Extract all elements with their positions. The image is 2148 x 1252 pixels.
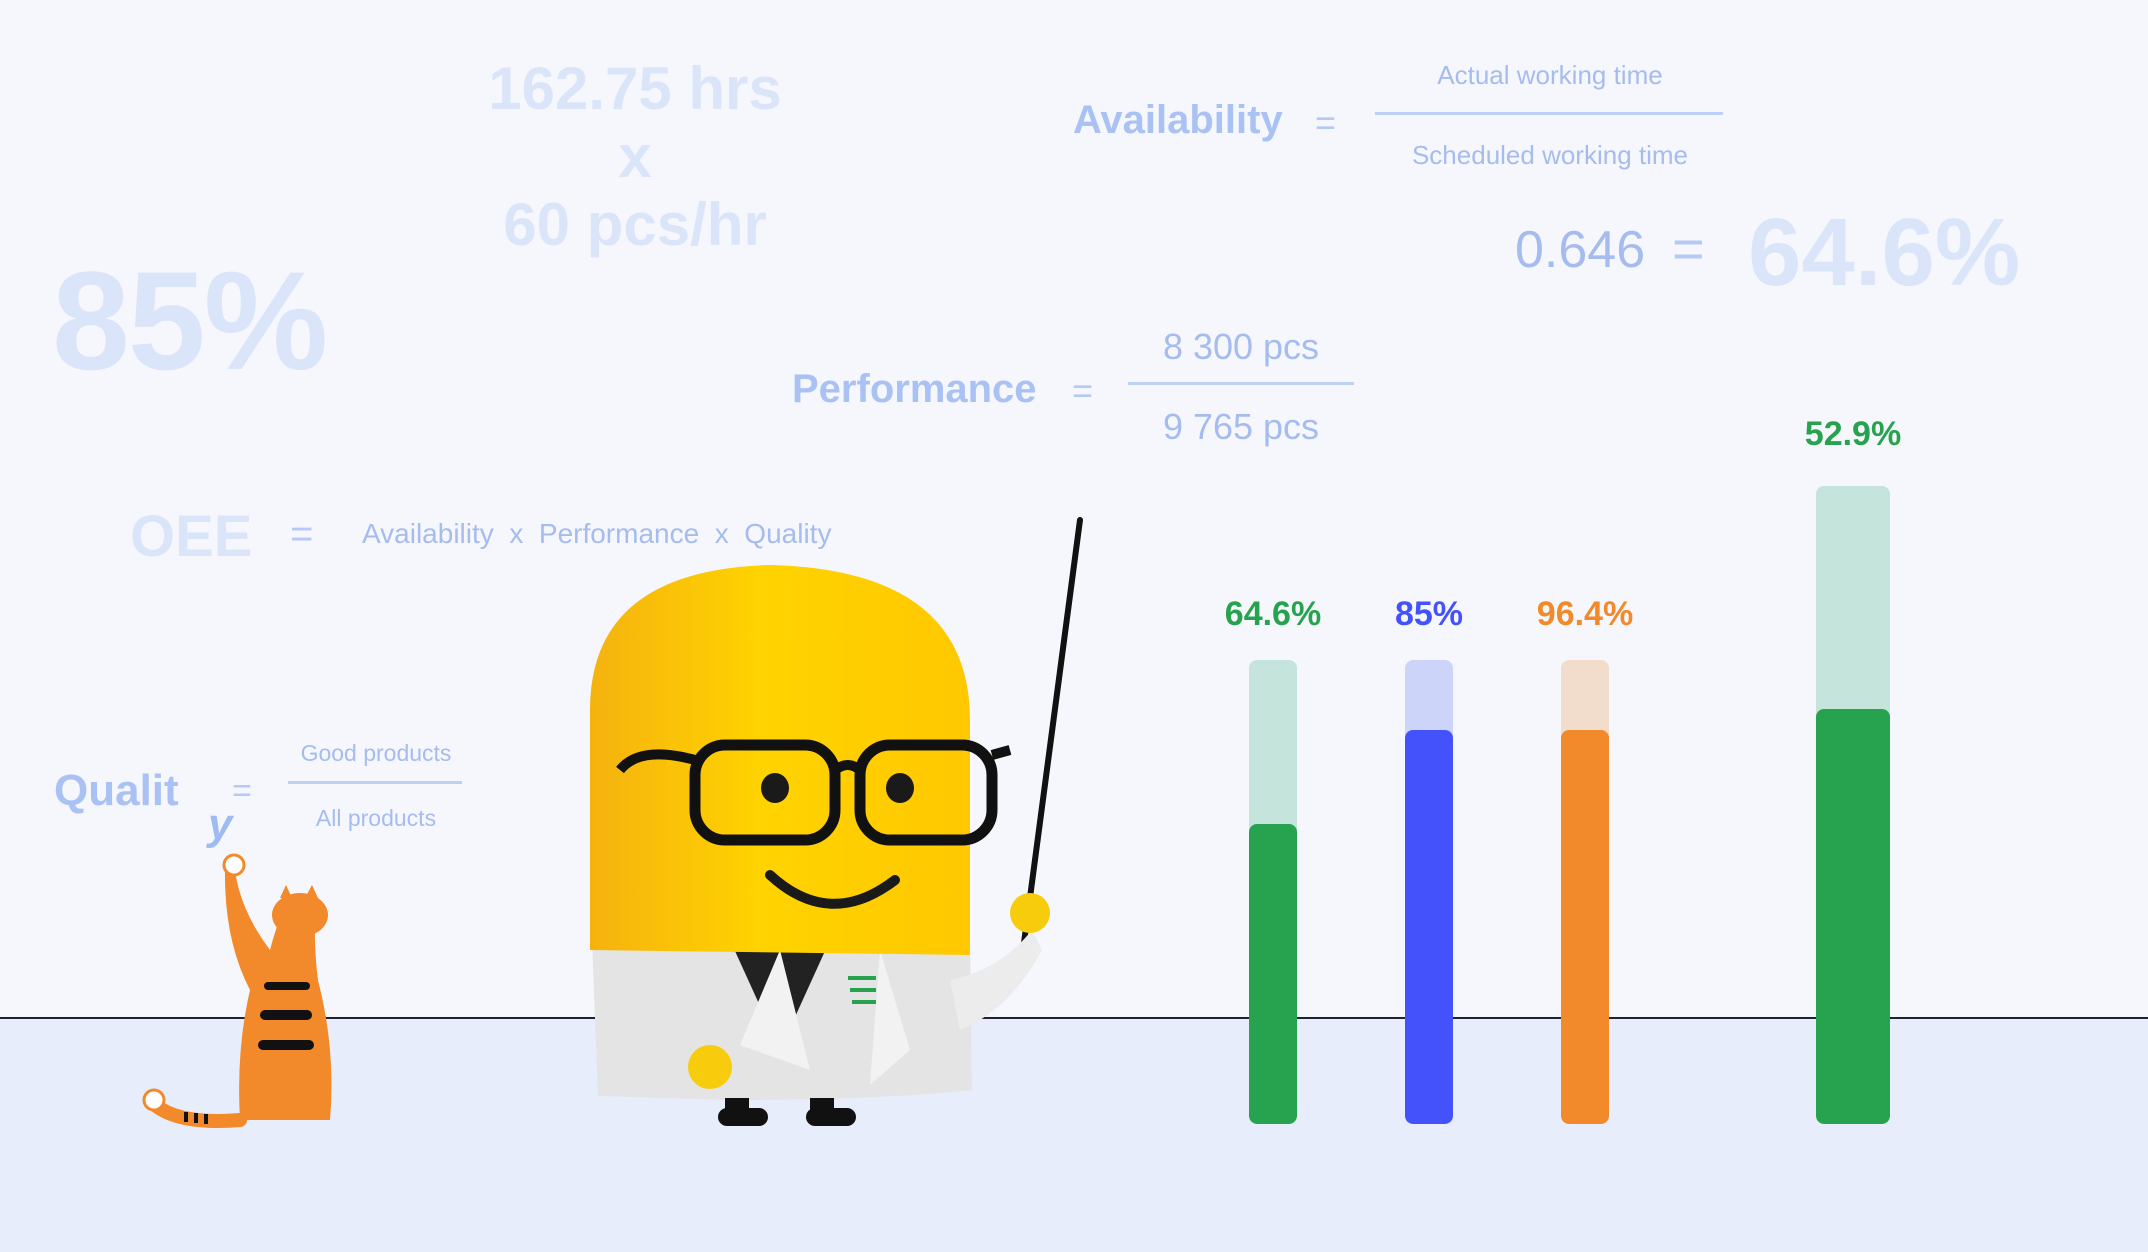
- performance-equals: =: [1072, 370, 1094, 411]
- availability-label: Availability: [1073, 98, 1283, 142]
- quality-fraction-rule: [288, 781, 462, 784]
- quality-equals: =: [232, 772, 252, 810]
- cat-illustration: [142, 853, 332, 1128]
- quality-label: Qualit: [54, 766, 179, 815]
- availability-fraction-rule: [1375, 112, 1723, 115]
- hours-line-2: x: [618, 123, 652, 190]
- bar-label-1: 64.6%: [1224, 595, 1322, 633]
- availability-result-equals: =: [1672, 217, 1705, 280]
- big-percent: 85%: [52, 242, 328, 399]
- bar-label-3: 96.4%: [1536, 595, 1634, 633]
- performance-numerator: 8 300 pcs: [1162, 326, 1320, 367]
- availability-denominator: Scheduled working time: [1411, 140, 1689, 170]
- availability-numerator: Actual working time: [1437, 60, 1663, 90]
- oee-label: OEE: [130, 504, 253, 569]
- availability-equals: =: [1315, 102, 1337, 143]
- hours-line-1: 162.75 hrs: [488, 55, 782, 122]
- hours-line-3: 60 pcs/hr: [503, 191, 767, 258]
- quality-denominator: All products: [315, 805, 437, 831]
- bar-label-4: 52.9%: [1804, 415, 1902, 453]
- availability-result-value: 0.646: [1515, 221, 1646, 279]
- hours-formula: 162.75 hrs x 60 pcs/hr: [470, 55, 800, 259]
- professor-mascot-illustration: [590, 517, 1083, 1126]
- performance-label: Performance: [792, 367, 1037, 411]
- performance-fraction-rule: [1128, 382, 1354, 385]
- oee-equals: =: [290, 512, 314, 556]
- availability-result-percent: 64.6%: [1748, 199, 2021, 306]
- bar-label-2: 85%: [1394, 595, 1464, 633]
- performance-denominator: 9 765 pcs: [1162, 406, 1320, 447]
- quality-label-tail: y: [208, 800, 233, 849]
- quality-numerator: Good products: [300, 740, 452, 766]
